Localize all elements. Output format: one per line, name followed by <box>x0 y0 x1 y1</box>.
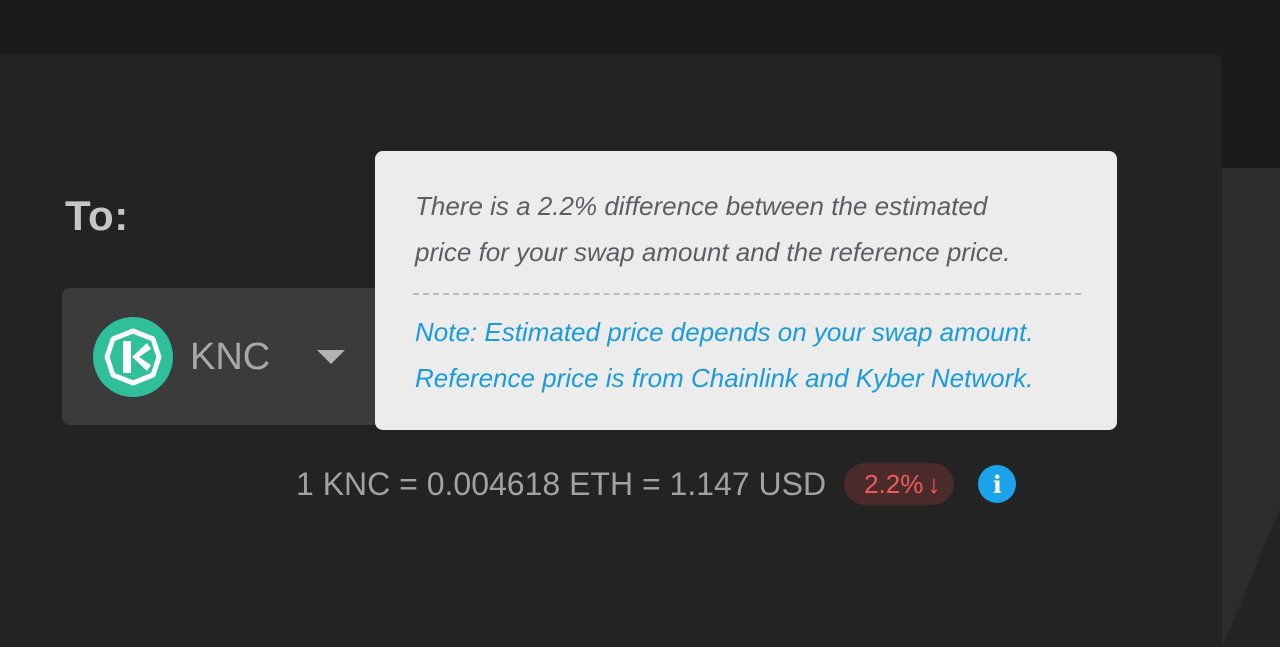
chevron-down-icon[interactable] <box>317 350 345 364</box>
tooltip-note-line: Reference price is from Chainlink and Ky… <box>415 363 1034 393</box>
price-difference-tooltip: There is a 2.2% difference between the e… <box>375 151 1117 430</box>
token-symbol: KNC <box>190 336 271 378</box>
rate-line: 1 KNC = 0.004618 ETH = 1.147 USD 2.2% ↓ … <box>296 462 1017 506</box>
price-difference-value: 2.2% <box>864 468 924 499</box>
exchange-rate-text: 1 KNC = 0.004618 ETH = 1.147 USD <box>296 465 827 502</box>
tooltip-note-line: Note: Estimated price depends on your sw… <box>415 317 1034 347</box>
info-icon[interactable]: i <box>978 465 1017 503</box>
tooltip-line: There is a 2.2% difference between the e… <box>415 191 988 221</box>
token-select-knc[interactable]: KNC <box>62 288 402 425</box>
tooltip-note: Note: Estimated price depends on your sw… <box>415 309 1083 401</box>
to-label: To: <box>65 192 129 239</box>
top-bar <box>0 0 1280 54</box>
tooltip-message: There is a 2.2% difference between the e… <box>415 183 1083 275</box>
swap-page: To: KNC 1 KNC = 0.004618 ETH = 1.147 USD… <box>0 0 1280 647</box>
kyber-knc-logo-icon <box>93 317 173 397</box>
side-panel <box>1222 168 1280 647</box>
price-difference-badge: 2.2% ↓ <box>844 463 955 505</box>
tooltip-divider <box>413 293 1081 295</box>
tooltip-line: price for your swap amount and the refer… <box>415 237 1011 267</box>
arrow-down-icon: ↓ <box>927 469 941 499</box>
